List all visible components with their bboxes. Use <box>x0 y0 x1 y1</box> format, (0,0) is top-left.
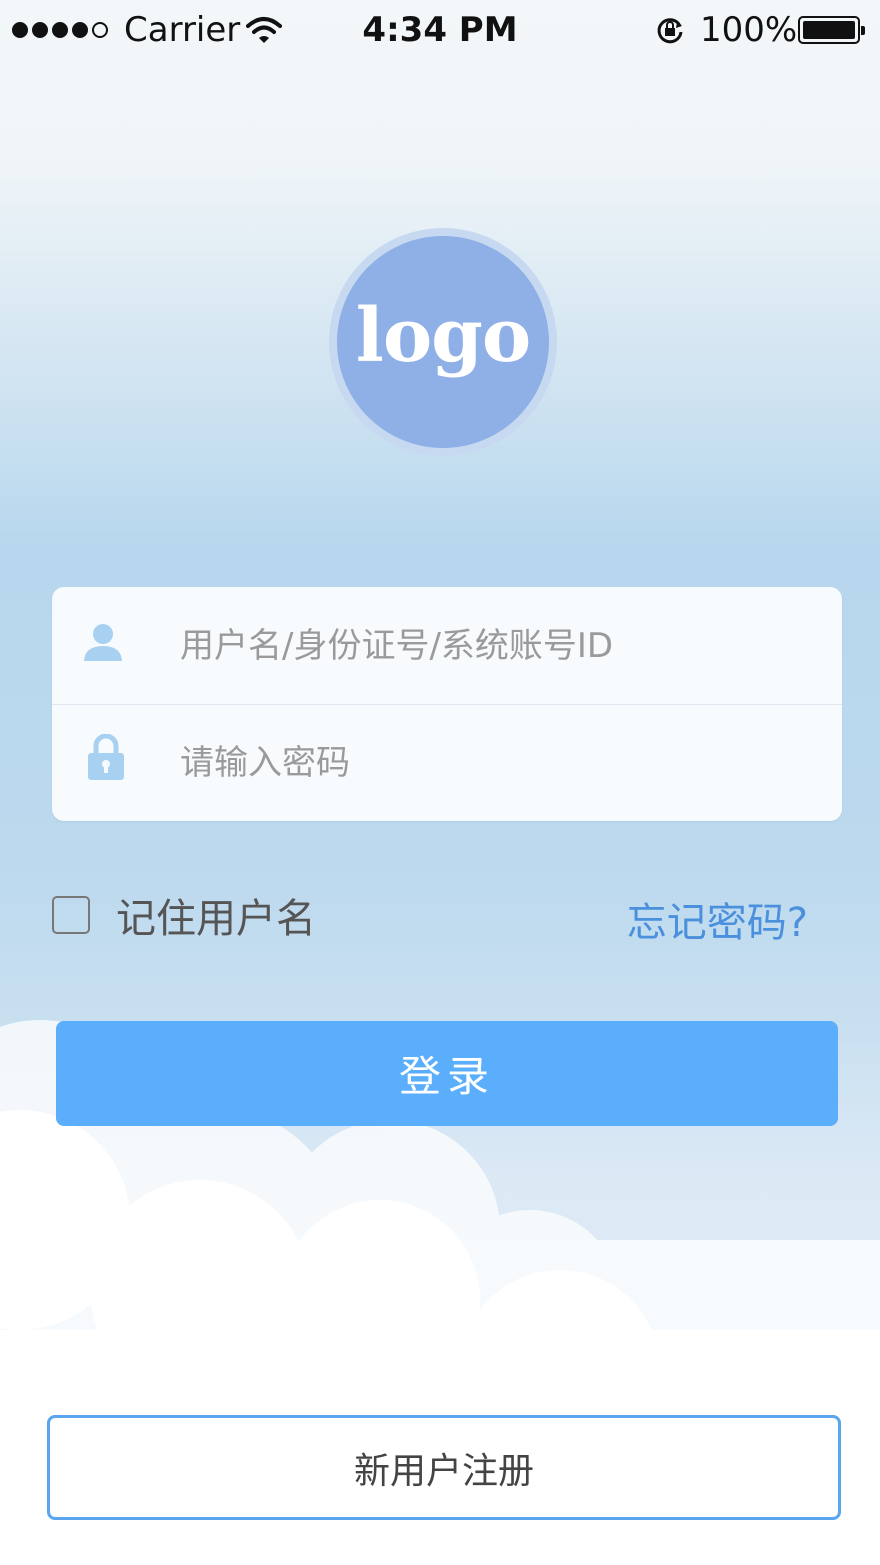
user-icon <box>82 621 124 667</box>
lock-icon <box>88 733 124 784</box>
username-input[interactable] <box>178 615 802 677</box>
battery-icon <box>798 16 865 44</box>
remember-username-label: 记住用户名 <box>116 896 316 942</box>
status-bar: Carrier 4:34 PM 100% <box>0 0 880 60</box>
password-input[interactable] <box>178 732 802 794</box>
login-button[interactable]: 登录 <box>56 1021 838 1126</box>
password-row <box>52 704 842 821</box>
forgot-password-link[interactable]: 忘记密码? <box>627 890 808 948</box>
remember-username-checkbox[interactable] <box>52 896 90 934</box>
battery-percent: 100% <box>700 10 798 50</box>
username-row <box>52 587 842 705</box>
register-button[interactable]: 新用户注册 <box>47 1415 841 1520</box>
app-logo: logo <box>337 236 549 448</box>
rotation-lock-icon <box>654 14 686 50</box>
logo-text: logo <box>355 293 532 379</box>
login-form-card <box>52 587 842 821</box>
remember-username-option[interactable]: 记住用户名 <box>52 886 316 944</box>
